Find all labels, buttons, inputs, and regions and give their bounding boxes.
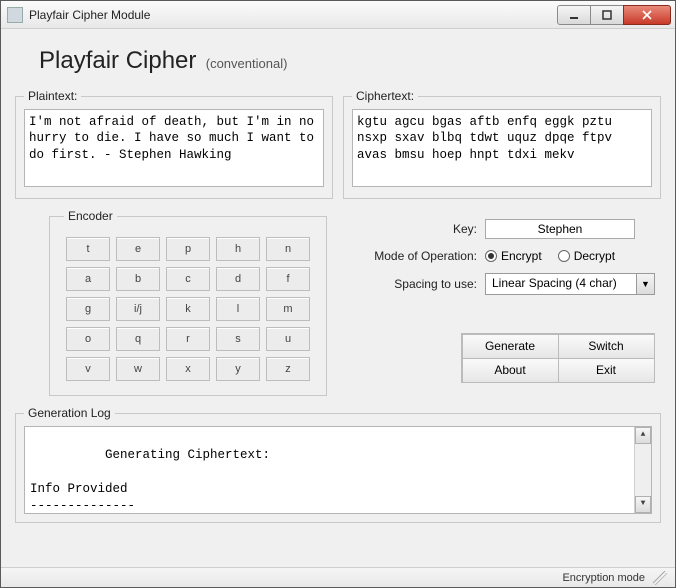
encoder-key[interactable]: y <box>216 357 260 381</box>
ciphertext-group: Ciphertext: <box>343 89 661 199</box>
key-label: Key: <box>337 222 477 236</box>
radio-selected-icon <box>485 250 497 262</box>
scroll-down-icon[interactable]: ▼ <box>635 496 651 513</box>
key-input[interactable] <box>485 219 635 239</box>
encoder-key[interactable]: r <box>166 327 210 351</box>
encoder-key[interactable]: e <box>116 237 160 261</box>
encoder-key[interactable]: o <box>66 327 110 351</box>
controls-column: Key: Mode of Operation: Encrypt Decrypt <box>337 209 661 396</box>
middle-row: Encoder tephn abcdf gi/jklm oqrsu vwxyz Key:… <box>15 209 661 396</box>
encoder-key[interactable]: f <box>266 267 310 291</box>
plaintext-label: Plaintext: <box>24 89 81 103</box>
log-group: Generation Log Generating Ciphertext: In… <box>15 406 661 523</box>
log-label: Generation Log <box>24 406 115 420</box>
generate-button[interactable]: Generate <box>462 334 559 359</box>
scroll-up-icon[interactable]: ▲ <box>635 427 651 444</box>
minimize-icon <box>569 10 579 20</box>
encoder-key[interactable]: c <box>166 267 210 291</box>
encoder-key[interactable]: q <box>116 327 160 351</box>
encoder-key[interactable]: d <box>216 267 260 291</box>
encoder-group: Encoder tephn abcdf gi/jklm oqrsu vwxyz <box>49 209 327 396</box>
maximize-button[interactable] <box>590 5 624 25</box>
window-title: Playfair Cipher Module <box>29 8 558 22</box>
text-panels-row: Plaintext: Ciphertext: <box>15 89 661 199</box>
statusbar: Encryption mode <box>1 567 675 587</box>
scroll-track[interactable] <box>635 444 651 496</box>
mode-label: Mode of Operation: <box>337 249 477 263</box>
encoder-key[interactable]: m <box>266 297 310 321</box>
encoder-key[interactable]: t <box>66 237 110 261</box>
mode-decrypt-radio[interactable]: Decrypt <box>558 249 615 263</box>
encoder-column: Encoder tephn abcdf gi/jklm oqrsu vwxyz <box>15 209 327 396</box>
client-area: Playfair Cipher (conventional) Plaintext… <box>1 29 675 567</box>
encoder-key[interactable]: w <box>116 357 160 381</box>
banner: Playfair Cipher (conventional) <box>15 39 661 89</box>
mode-row: Mode of Operation: Encrypt Decrypt <box>337 249 655 263</box>
encoder-key[interactable]: s <box>216 327 260 351</box>
exit-button[interactable]: Exit <box>558 358 655 383</box>
encoder-key[interactable]: u <box>266 327 310 351</box>
encoder-key[interactable]: v <box>66 357 110 381</box>
plaintext-input[interactable] <box>24 109 324 187</box>
encoder-key[interactable]: x <box>166 357 210 381</box>
ciphertext-label: Ciphertext: <box>352 89 418 103</box>
encoder-key[interactable]: l <box>216 297 260 321</box>
resize-grip-icon[interactable] <box>653 571 667 585</box>
window-controls <box>558 5 671 25</box>
encoder-key[interactable]: n <box>266 237 310 261</box>
mode-encrypt-label: Encrypt <box>501 249 542 263</box>
spacing-label: Spacing to use: <box>337 277 477 291</box>
encoder-key[interactable]: b <box>116 267 160 291</box>
log-scrollbar[interactable]: ▲ ▼ <box>634 427 651 513</box>
encoder-key[interactable]: a <box>66 267 110 291</box>
encoder-label: Encoder <box>64 209 117 223</box>
spacing-combo[interactable]: Linear Spacing (4 char) ▼ <box>485 273 655 295</box>
page-subtitle: (conventional) <box>206 56 288 71</box>
log-row: Generation Log Generating Ciphertext: In… <box>15 406 661 523</box>
status-mode: Encryption mode <box>562 572 645 584</box>
encoder-key[interactable]: i/j <box>116 297 160 321</box>
encoder-key[interactable]: g <box>66 297 110 321</box>
spacing-combo-value: Linear Spacing (4 char) <box>486 274 636 294</box>
mode-decrypt-label: Decrypt <box>574 249 615 263</box>
about-button[interactable]: About <box>462 358 559 383</box>
minimize-button[interactable] <box>557 5 591 25</box>
mode-radio-group: Encrypt Decrypt <box>485 249 615 263</box>
close-icon <box>642 10 652 20</box>
chevron-down-icon: ▼ <box>636 274 654 294</box>
mode-encrypt-radio[interactable]: Encrypt <box>485 249 542 263</box>
encoder-key[interactable]: h <box>216 237 260 261</box>
app-window: Playfair Cipher Module Playfair Cipher (… <box>0 0 676 588</box>
encoder-grid: tephn abcdf gi/jklm oqrsu vwxyz <box>64 237 312 381</box>
spacing-row: Spacing to use: Linear Spacing (4 char) … <box>337 273 655 295</box>
encoder-key[interactable]: z <box>266 357 310 381</box>
log-text: Generating Ciphertext: Info Provided ---… <box>30 448 615 514</box>
log-output[interactable]: Generating Ciphertext: Info Provided ---… <box>24 426 652 514</box>
plaintext-group: Plaintext: <box>15 89 333 199</box>
key-row: Key: <box>337 219 655 239</box>
action-button-grid: Generate Switch About Exit <box>461 333 655 383</box>
switch-button[interactable]: Switch <box>558 334 655 359</box>
close-button[interactable] <box>623 5 671 25</box>
app-icon <box>7 7 23 23</box>
page-title: Playfair Cipher <box>39 47 196 74</box>
encoder-key[interactable]: p <box>166 237 210 261</box>
ciphertext-input[interactable] <box>352 109 652 187</box>
encoder-key[interactable]: k <box>166 297 210 321</box>
maximize-icon <box>602 10 612 20</box>
radio-unselected-icon <box>558 250 570 262</box>
titlebar[interactable]: Playfair Cipher Module <box>1 1 675 29</box>
